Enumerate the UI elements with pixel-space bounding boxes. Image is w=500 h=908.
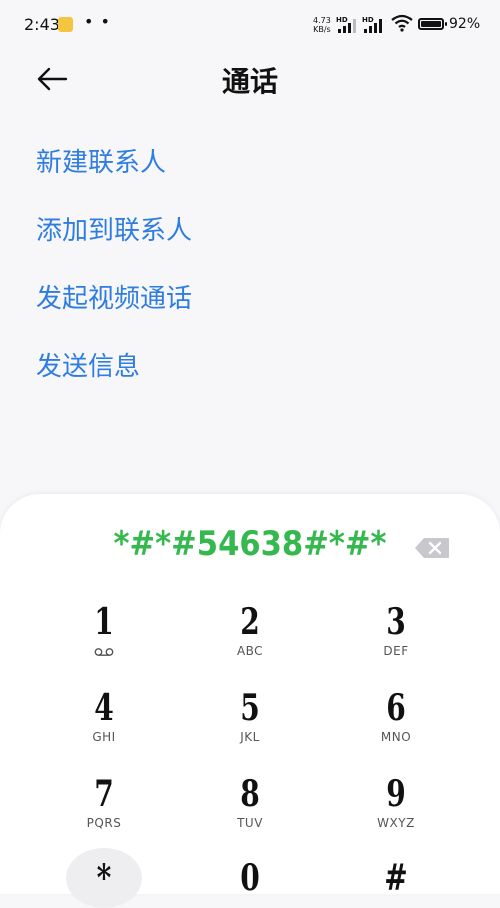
key-digit: # (384, 857, 408, 899)
key-digit: 0 (240, 857, 260, 899)
key-0[interactable]: 0 (200, 858, 300, 898)
signal-icon (338, 19, 356, 33)
key-digit: 1 (94, 601, 114, 643)
key-letters: GHI (92, 730, 116, 744)
call-options-list: 新建联系人 添加到联系人 发起视频通话 发送信息 (36, 140, 192, 412)
key-letters: MNO (380, 730, 412, 744)
more-notifications-icon: • • (84, 12, 111, 31)
key-4[interactable]: 4 GHI (54, 688, 154, 744)
key-digit: 5 (240, 687, 260, 729)
key-1[interactable]: 1 (54, 602, 154, 661)
add-to-contact-option[interactable]: 添加到联系人 (36, 208, 192, 276)
key-letters: TUV (237, 816, 263, 830)
new-contact-option[interactable]: 新建联系人 (36, 140, 192, 208)
key-star[interactable]: * (54, 858, 154, 898)
notification-icon (58, 17, 73, 32)
key-3[interactable]: 3 DEF (346, 602, 446, 658)
key-digit: 3 (386, 601, 406, 643)
key-hash[interactable]: # (346, 858, 446, 898)
network-speed-unit: KB/s (313, 25, 331, 34)
battery-percent: 92% (449, 16, 481, 32)
key-digit: * (96, 857, 112, 899)
page-title: 通话 (221, 65, 278, 98)
status-bar: 2:43 • • 4.73 KB/s HD HD 92% (0, 0, 500, 48)
key-digit: 8 (240, 773, 260, 815)
network-speed: 4.73 KB/s (313, 16, 331, 34)
signal-icon-2 (364, 19, 382, 33)
key-letters: DEF (383, 644, 409, 658)
key-2[interactable]: 2 ABC (200, 602, 300, 658)
network-speed-value: 4.73 (313, 16, 331, 25)
key-letters: ABC (236, 644, 264, 658)
key-letters: JKL (240, 730, 260, 744)
backspace-icon[interactable] (414, 537, 450, 559)
key-9[interactable]: 9 WXYZ (346, 774, 446, 830)
battery-icon (418, 18, 447, 30)
key-digit: 9 (386, 773, 406, 815)
key-letters: WXYZ (377, 816, 415, 830)
key-digit: 6 (386, 687, 406, 729)
key-7[interactable]: 7 PQRS (54, 774, 154, 830)
key-8[interactable]: 8 TUV (200, 774, 300, 830)
status-time: 2:43 (24, 15, 60, 34)
video-call-option[interactable]: 发起视频通话 (36, 276, 192, 344)
key-digit: 7 (94, 773, 114, 815)
key-digit: 2 (240, 601, 260, 643)
wifi-icon (391, 14, 413, 32)
key-letters: PQRS (86, 816, 122, 830)
key-5[interactable]: 5 JKL (200, 688, 300, 744)
send-message-option[interactable]: 发送信息 (36, 344, 192, 412)
key-digit: 4 (94, 687, 114, 729)
key-6[interactable]: 6 MNO (346, 688, 446, 744)
voicemail-icon (94, 648, 114, 656)
